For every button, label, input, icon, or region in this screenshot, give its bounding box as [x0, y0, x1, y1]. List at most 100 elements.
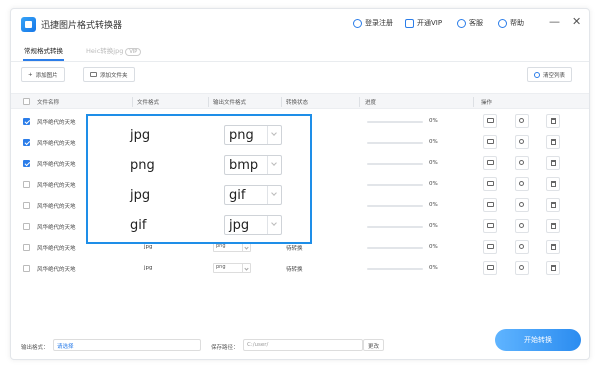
open-folder-button[interactable]	[483, 198, 497, 212]
progress-percent: 0%	[429, 223, 438, 229]
folder-icon	[90, 72, 97, 77]
preview-button[interactable]	[515, 219, 529, 233]
progress-bar	[367, 121, 423, 123]
login-button[interactable]: 登录注册	[353, 18, 393, 28]
delete-button[interactable]	[546, 177, 560, 191]
preview-button[interactable]	[515, 198, 529, 212]
row-checkbox[interactable]	[23, 139, 30, 146]
progress-bar	[367, 205, 423, 207]
delete-button[interactable]	[546, 240, 560, 254]
delete-button[interactable]	[546, 198, 560, 212]
row-checkbox[interactable]	[23, 181, 30, 188]
trash-icon	[551, 139, 556, 145]
help-button[interactable]: 帮助	[498, 18, 524, 28]
file-name: 风华绝代的天地	[37, 204, 76, 210]
callout-target-dropdown[interactable]: bmp	[224, 155, 282, 175]
trash-icon	[551, 223, 556, 229]
minimize-icon[interactable]: —	[549, 15, 560, 28]
preview-button[interactable]	[515, 240, 529, 254]
output-format-select[interactable]: 请选择	[53, 339, 201, 351]
row-checkbox[interactable]	[23, 118, 30, 125]
callout-source-format: gif	[130, 218, 147, 233]
add-image-label: 添加图片	[35, 72, 58, 79]
table-row: 风华绝代的天地 jpg png 待转换 0%	[11, 258, 589, 279]
save-path-input[interactable]: C:/user/	[243, 339, 363, 351]
preview-button[interactable]	[515, 177, 529, 191]
delete-button[interactable]	[546, 261, 560, 275]
tab-heic-conversion[interactable]: Heic转换jpg VIP	[86, 45, 142, 56]
preview-button[interactable]	[515, 135, 529, 149]
save-path-label: 保存路径：	[211, 345, 239, 351]
support-button[interactable]: 客服	[457, 18, 483, 28]
open-folder-button[interactable]	[483, 177, 497, 191]
chevron-down-icon	[267, 156, 281, 174]
delete-button[interactable]	[546, 114, 560, 128]
support-label: 客服	[469, 19, 483, 27]
file-format: jpg	[144, 265, 153, 271]
tab-regular-conversion[interactable]: 常规格式转换	[23, 45, 64, 61]
output-format-label: 输出格式：	[21, 345, 49, 351]
callout-row: jpg png	[88, 121, 310, 149]
clear-list-button[interactable]: 清空列表	[527, 67, 573, 82]
add-folder-label: 添加文件夹	[100, 72, 128, 79]
preview-button[interactable]	[515, 156, 529, 170]
callout-target-dropdown[interactable]: png	[224, 125, 282, 145]
progress-percent: 0%	[429, 265, 438, 271]
header-output-format: 输出文件格式	[213, 100, 247, 106]
callout-target-dropdown[interactable]: gif	[224, 185, 282, 205]
open-folder-button[interactable]	[483, 261, 497, 275]
progress-bar	[367, 247, 423, 249]
file-name: 风华绝代的天地	[37, 225, 76, 231]
folder-icon	[487, 223, 494, 228]
callout-target-dropdown[interactable]: jpg	[224, 215, 282, 235]
file-name: 风华绝代的天地	[37, 183, 76, 189]
progress-bar	[367, 142, 423, 144]
add-image-button[interactable]: + 添加图片	[21, 67, 65, 82]
delete-button[interactable]	[546, 135, 560, 149]
headset-icon	[457, 18, 466, 28]
chevron-down-icon	[267, 186, 281, 204]
header-progress: 进度	[365, 100, 377, 106]
trash-icon	[551, 265, 556, 271]
header-divider	[473, 97, 474, 107]
trash-icon	[551, 118, 556, 124]
row-checkbox[interactable]	[23, 202, 30, 209]
progress-bar	[367, 226, 423, 228]
close-icon[interactable]: ✕	[572, 15, 581, 28]
title-bar: 迅捷图片格式转换器 登录注册 开通VIP 客服 帮助 — ✕	[11, 9, 589, 39]
output-format-dropdown[interactable]: png	[213, 263, 251, 273]
progress-percent: 0%	[429, 160, 438, 166]
row-checkbox[interactable]	[23, 244, 30, 251]
vip-button[interactable]: 开通VIP	[405, 18, 442, 28]
row-checkbox[interactable]	[23, 223, 30, 230]
search-icon	[519, 244, 524, 249]
header-divider	[208, 97, 209, 107]
user-icon	[353, 18, 362, 28]
open-folder-button[interactable]	[483, 219, 497, 233]
callout-target-format: gif	[229, 188, 246, 203]
folder-icon	[487, 118, 494, 123]
open-folder-button[interactable]	[483, 156, 497, 170]
open-folder-button[interactable]	[483, 240, 497, 254]
select-all-checkbox[interactable]	[23, 98, 30, 105]
callout-target-format: png	[229, 128, 254, 143]
plus-icon: +	[28, 71, 33, 78]
login-label: 登录注册	[365, 19, 393, 27]
change-path-button[interactable]: 更改	[363, 339, 385, 351]
start-conversion-button[interactable]: 开始转换	[495, 329, 581, 351]
open-folder-button[interactable]	[483, 135, 497, 149]
file-name: 风华绝代的天地	[37, 246, 76, 252]
trash-icon	[551, 181, 556, 187]
open-folder-button[interactable]	[483, 114, 497, 128]
row-checkbox[interactable]	[23, 160, 30, 167]
delete-button[interactable]	[546, 219, 560, 233]
folder-icon	[487, 181, 494, 186]
preview-button[interactable]	[515, 114, 529, 128]
row-checkbox[interactable]	[23, 265, 30, 272]
preview-button[interactable]	[515, 261, 529, 275]
clear-list-label: 清空列表	[543, 72, 566, 79]
add-folder-button[interactable]: 添加文件夹	[83, 67, 135, 82]
diamond-icon	[405, 18, 414, 28]
delete-button[interactable]	[546, 156, 560, 170]
output-format-value: png	[216, 264, 226, 270]
